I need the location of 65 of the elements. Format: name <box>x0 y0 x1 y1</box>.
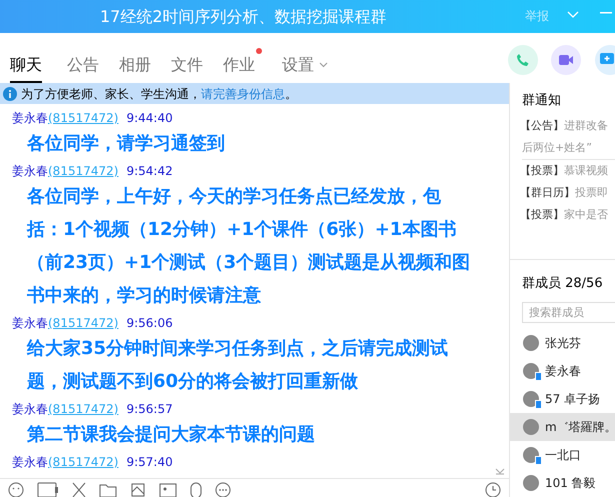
sender-id-link[interactable]: (81517472) <box>48 164 118 178</box>
sender-name: 姜永春(81517472) <box>12 315 118 332</box>
member-count: 群成员 28/56 <box>522 274 604 293</box>
sender-name: 姜永春(81517472) <box>12 163 118 180</box>
notice-item[interactable]: 【投票】家中是否 <box>520 204 615 226</box>
notice-text: 后两位+姓名” <box>522 136 615 160</box>
message-time: 9:56:06 <box>126 315 173 332</box>
member-row[interactable]: 一北口 <box>510 441 615 469</box>
notice-item[interactable]: 【公告】进群改备 <box>520 114 615 136</box>
sender-name: 姜永春(81517472) <box>12 454 118 471</box>
folder-icon[interactable] <box>99 482 117 497</box>
member-name: 57 卓子扬 <box>545 391 600 408</box>
profile-link[interactable]: 请完善身份信息 <box>201 86 285 100</box>
member-search-field[interactable]: 搜索群成员 <box>522 302 615 323</box>
screenshot-icon[interactable] <box>130 482 146 497</box>
member-name: 一北口 <box>545 447 581 464</box>
video-button[interactable] <box>551 45 581 75</box>
member-row[interactable]: 姜永春 <box>510 357 615 385</box>
tab[interactable]: 公告 <box>67 42 99 83</box>
message-time: 9:54:42 <box>126 163 173 180</box>
message-time: 9:57:40 <box>126 454 173 471</box>
notice-item[interactable]: 【投票】慕课视频 <box>520 160 615 182</box>
message-text: 第二节课我会提问大家本节课的问题 <box>27 423 316 447</box>
image-icon[interactable] <box>159 482 177 497</box>
member-row[interactable]: 101 鲁毅 <box>510 469 615 497</box>
member-row[interactable]: 张光芬 <box>510 329 615 357</box>
chat-plus-icon <box>600 53 614 67</box>
member-name: 姜永春 <box>545 363 581 380</box>
info-icon <box>3 86 17 100</box>
member-name: 101 鲁毅 <box>545 475 596 492</box>
message-time: 9:44:40 <box>126 110 173 127</box>
message-text: 各位同学，请学习通签到 <box>27 132 226 156</box>
tab[interactable]: 设置 <box>282 42 328 83</box>
phone-icon <box>516 53 530 67</box>
more-icon[interactable] <box>215 482 231 497</box>
avatar <box>523 335 539 351</box>
notice-item[interactable]: 【群日历】投票即 <box>520 182 615 204</box>
sender-name: 姜永春(81517472) <box>12 401 118 418</box>
video-camera-icon <box>558 54 574 66</box>
sender-id-link[interactable]: (81517472) <box>48 455 118 469</box>
clock-icon[interactable] <box>485 482 501 497</box>
sender-id-link[interactable]: (81517472) <box>48 402 118 416</box>
message-time: 9:56:57 <box>126 401 173 418</box>
member-row[interactable]: 57 卓子扬 <box>510 385 615 413</box>
message-text: 给大家35分钟时间来学习任务到点，之后请完成测试 题，测试题不到60分的将会被打回重新做 <box>27 337 450 394</box>
avatar <box>523 419 539 435</box>
microphone-icon[interactable] <box>190 482 202 497</box>
scissors-icon[interactable] <box>72 482 86 497</box>
member-row[interactable]: m゛塔羅牌。 <box>510 413 615 441</box>
tab[interactable]: 作业 <box>223 42 262 83</box>
sender-name: 姜永春(81517472) <box>12 110 118 127</box>
chevron-down-icon <box>319 62 328 68</box>
member-name: 张光芬 <box>545 335 581 352</box>
gif-icon[interactable] <box>37 482 59 497</box>
sender-id-link[interactable]: (81517472) <box>48 111 118 125</box>
tab[interactable]: 相册 <box>119 42 151 83</box>
group-notice-title: 群通知 <box>522 92 562 110</box>
member-name: m゛塔羅牌。 <box>545 419 615 436</box>
smiley-icon[interactable] <box>8 482 24 497</box>
sender-id-link[interactable]: (81517472) <box>48 316 118 330</box>
message-text: 各位同学，上午好，今天的学习任务点已经发放，包 括：1个视频（12分钟）+1个课件（6张）+1本图书 （前23页）+1个测试（3个题目）测试题是从视频和图 书中来的，学习的时候请注意 <box>27 185 472 308</box>
avatar <box>523 475 539 491</box>
notice-text: 为了方便老师、家长、学生沟通，请完善身份信息。 <box>21 86 297 102</box>
tab[interactable]: 文件 <box>171 42 203 83</box>
window-title: 17经统2时间序列分析、数据挖掘课程群 <box>100 6 387 28</box>
